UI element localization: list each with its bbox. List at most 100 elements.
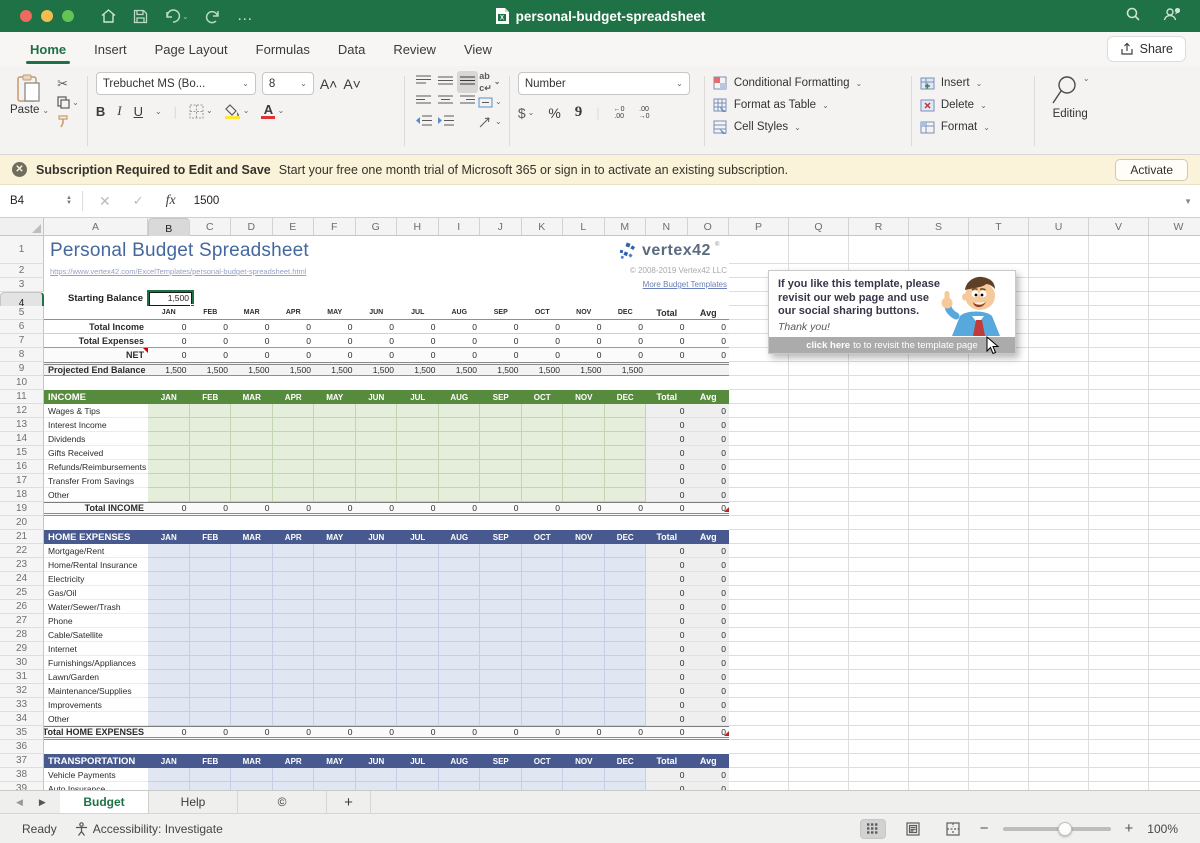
avg-cell[interactable]: 0 [688, 614, 730, 628]
entry-cell[interactable] [439, 586, 481, 600]
cell[interactable] [909, 236, 969, 264]
currency-format-button[interactable]: $⌄ [518, 107, 535, 119]
cell[interactable] [1029, 306, 1089, 320]
cell[interactable] [789, 712, 849, 726]
align-middle-icon[interactable] [438, 73, 453, 91]
entry-cell[interactable] [605, 684, 647, 698]
cell[interactable] [1149, 278, 1200, 292]
number-format-select[interactable]: Number⌄ [518, 72, 690, 95]
cell[interactable] [789, 628, 849, 642]
entry-cell[interactable] [314, 474, 356, 488]
avg-cell[interactable]: 0 [688, 558, 730, 572]
total-cell[interactable]: 0 [646, 656, 688, 670]
cell[interactable] [909, 684, 969, 698]
item-label[interactable]: Furnishings/Appliances [44, 656, 148, 670]
avg-cell[interactable]: 0 [688, 502, 730, 516]
item-label[interactable]: Internet [44, 642, 148, 656]
cell[interactable] [909, 502, 969, 516]
value-cell[interactable]: 0 [314, 334, 356, 348]
value-cell[interactable]: 0 [397, 334, 439, 348]
row-header-6[interactable]: 6 [0, 320, 44, 334]
cell[interactable] [1089, 278, 1149, 292]
cell[interactable] [909, 768, 969, 782]
total-header[interactable]: Total [646, 306, 688, 320]
cell[interactable] [1029, 390, 1089, 404]
cell[interactable] [1029, 600, 1089, 614]
total-cell[interactable]: 0 [646, 586, 688, 600]
cell[interactable] [969, 376, 1029, 390]
month-header[interactable]: MAY [314, 530, 356, 544]
total-cell[interactable]: 0 [646, 670, 688, 684]
entry-cell[interactable] [273, 418, 315, 432]
entry-cell[interactable] [563, 488, 605, 502]
value-cell[interactable]: 0 [273, 348, 315, 362]
cell[interactable] [1149, 404, 1200, 418]
cell[interactable] [849, 502, 909, 516]
cell[interactable] [1149, 418, 1200, 432]
cell[interactable] [909, 530, 969, 544]
cell[interactable] [909, 544, 969, 558]
cell[interactable] [789, 544, 849, 558]
cell[interactable] [1149, 320, 1200, 334]
cell[interactable] [729, 782, 789, 790]
entry-cell[interactable] [397, 558, 439, 572]
column-header-Q[interactable]: Q [789, 218, 849, 235]
value-cell[interactable]: 0 [439, 320, 481, 334]
cell[interactable] [1089, 698, 1149, 712]
value-cell[interactable]: 0 [148, 320, 190, 334]
cell[interactable] [729, 404, 789, 418]
entry-cell[interactable] [190, 656, 232, 670]
cell[interactable] [909, 418, 969, 432]
cell[interactable] [909, 740, 969, 754]
cell[interactable] [729, 628, 789, 642]
cell[interactable] [1029, 782, 1089, 790]
value-cell[interactable]: 0 [231, 320, 273, 334]
cell[interactable] [1089, 334, 1149, 348]
avg-cell[interactable]: 0 [688, 670, 730, 684]
total-header[interactable]: Total [646, 530, 688, 544]
value-cell[interactable]: 0 [605, 320, 647, 334]
cell[interactable] [1149, 348, 1200, 362]
cell[interactable] [729, 376, 789, 390]
entry-cell[interactable] [356, 460, 398, 474]
entry-cell[interactable] [605, 642, 647, 656]
percent-format-button[interactable]: % [548, 105, 560, 121]
month-header[interactable]: FEB [190, 390, 232, 404]
entry-cell[interactable] [397, 782, 439, 790]
entry-cell[interactable] [190, 642, 232, 656]
value-cell[interactable]: 0 [356, 320, 398, 334]
month-header[interactable]: MAR [231, 306, 273, 320]
entry-cell[interactable] [480, 698, 522, 712]
entry-cell[interactable] [314, 768, 356, 782]
redo-icon[interactable] [205, 9, 221, 24]
cell[interactable] [1029, 642, 1089, 656]
cell[interactable] [849, 768, 909, 782]
value-cell[interactable]: 0 [273, 334, 315, 348]
month-header[interactable]: JUL [397, 306, 439, 320]
month-header[interactable]: OCT [522, 390, 564, 404]
month-header[interactable]: DEC [605, 306, 647, 320]
entry-cell[interactable] [480, 558, 522, 572]
cell[interactable] [1029, 334, 1089, 348]
increase-indent-icon[interactable] [438, 113, 454, 131]
cell[interactable] [849, 614, 909, 628]
value-cell[interactable]: 0 [605, 726, 647, 740]
cell[interactable] [969, 236, 1029, 264]
cell[interactable] [1029, 502, 1089, 516]
cell[interactable] [1029, 544, 1089, 558]
row-header-10[interactable]: 10 [0, 376, 44, 390]
undo-icon[interactable]: ⌄ [164, 9, 189, 24]
value-cell[interactable]: 0 [480, 320, 522, 334]
entry-cell[interactable] [190, 460, 232, 474]
entry-cell[interactable] [563, 432, 605, 446]
cancel-entry-icon[interactable]: ✕ [99, 193, 111, 210]
entry-cell[interactable] [231, 558, 273, 572]
cell[interactable] [789, 474, 849, 488]
cell[interactable] [1149, 628, 1200, 642]
decrease-decimal-button[interactable]: .00→0 [639, 106, 650, 120]
entry-cell[interactable] [522, 544, 564, 558]
total-cell[interactable]: 0 [646, 684, 688, 698]
row-header-16[interactable]: 16 [0, 460, 44, 474]
row-header-11[interactable]: 11 [0, 390, 44, 404]
format-painter-button[interactable] [57, 115, 79, 128]
